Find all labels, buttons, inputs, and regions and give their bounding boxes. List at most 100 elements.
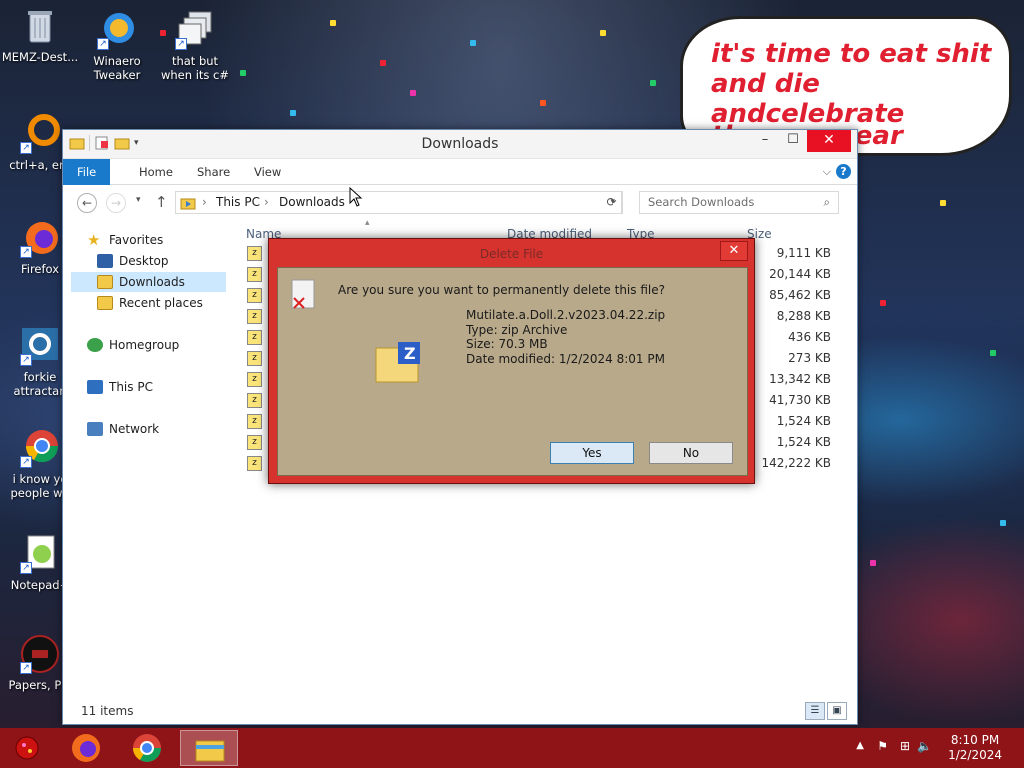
show-hidden-icons-icon[interactable]: ▲ <box>856 740 864 751</box>
recent-locations-icon[interactable]: ▾ <box>136 195 141 205</box>
shortcut-arrow-icon: ↗ <box>97 38 109 50</box>
clock[interactable]: 8:10 PM 1/2/2024 <box>948 733 1002 763</box>
details-view-button[interactable]: ☰ <box>805 702 825 720</box>
bubble-line-1: it's time to eat shit <box>711 39 992 69</box>
tab-view[interactable]: View <box>240 159 295 185</box>
windows-stack-icon: ↗ <box>175 10 215 50</box>
search-placeholder: Search Downloads <box>648 195 755 209</box>
shortcut-arrow-icon: ↗ <box>20 662 32 674</box>
volume-muted-icon[interactable]: 🔈 <box>917 739 932 753</box>
nav-label: Homegroup <box>109 338 180 352</box>
tab-home[interactable]: Home <box>125 159 187 185</box>
nav-desktop[interactable]: Desktop <box>97 251 221 271</box>
file-size-cell: 142,222 KB <box>761 456 831 470</box>
sort-arrow-icon: ▴ <box>365 218 370 228</box>
chrome-icon: ↗ <box>20 428 60 468</box>
computer-icon <box>87 380 103 394</box>
shortcut-arrow-icon: ↗ <box>20 354 32 366</box>
file-size-cell: 273 KB <box>788 351 831 365</box>
desktop-icon-label: i know yo people we <box>10 472 70 500</box>
taskbar-explorer-icon[interactable] <box>180 730 238 766</box>
dialog-body: Are you sure you want to permanently del… <box>277 267 748 476</box>
desktop-icon-memz[interactable]: MEMZ-Dest... <box>0 6 80 64</box>
file-type-icon: z <box>247 435 262 450</box>
nav-recent-places[interactable]: Recent places <box>97 293 203 313</box>
file-type-icon: z <box>247 246 262 261</box>
yes-button[interactable]: Yes <box>550 442 634 464</box>
taskbar-firefox-icon[interactable] <box>62 732 110 764</box>
desktop-icon-label: forkie attractan <box>13 370 67 398</box>
maximize-button[interactable]: ☐ <box>779 130 807 152</box>
tab-file[interactable]: File <box>63 159 111 185</box>
file-size-cell: 1,524 KB <box>776 414 831 428</box>
dialog-close-button[interactable]: ✕ <box>720 241 748 261</box>
search-input[interactable]: Search Downloads ⌕ <box>639 191 839 214</box>
shortcut-arrow-icon: ↗ <box>175 38 187 50</box>
nav-favorites[interactable]: ★ Favorites <box>87 230 163 250</box>
papers-please-icon: ↗ <box>20 634 60 674</box>
orange-ring-icon: ↗ <box>20 114 60 154</box>
help-icon[interactable]: ? <box>836 164 851 179</box>
file-size: Size: 70.3 MB <box>466 337 548 351</box>
file-type-icon: z <box>247 330 262 345</box>
nav-downloads[interactable]: Downloads <box>71 272 226 292</box>
title-bar[interactable]: ▾ Downloads – ☐ ✕ <box>63 130 857 159</box>
recycle-bin-icon <box>20 6 60 46</box>
file-type-icon: z <box>247 309 262 324</box>
file-type-icon: z <box>247 267 262 282</box>
desktop-icon <box>97 254 113 268</box>
nav-homegroup[interactable]: Homegroup <box>87 335 179 355</box>
expand-ribbon-icon[interactable]: ⌵ <box>823 165 831 179</box>
homegroup-icon <box>87 338 103 352</box>
navigation-pane: ★ Favorites Desktop Downloads Recent plac… <box>63 222 235 700</box>
ribbon: File Home Share View ⌵ ? <box>63 159 857 185</box>
delete-file-dialog: Delete File ✕ Are you sure you want to p… <box>268 238 755 484</box>
network-tray-icon[interactable]: ⊞ <box>900 739 910 753</box>
file-size-cell: 41,730 KB <box>769 393 831 407</box>
nav-this-pc[interactable]: This PC <box>87 377 153 397</box>
address-bar[interactable]: › This PC › Downloads ▾ <box>175 191 622 214</box>
minimize-button[interactable]: – <box>751 130 779 152</box>
taskbar-chrome-icon[interactable] <box>123 732 171 764</box>
no-button[interactable]: No <box>649 442 733 464</box>
nav-network[interactable]: Network <box>87 419 159 439</box>
large-icons-view-button[interactable]: ▣ <box>827 702 847 720</box>
file-date: Date modified: 1/2/2024 8:01 PM <box>466 351 665 366</box>
star-icon: ★ <box>87 231 101 249</box>
file-size-cell: 9,111 KB <box>776 246 831 260</box>
bubble-line-2: and die andcelebrate <box>711 69 1011 129</box>
recent-places-icon <box>97 296 113 310</box>
firefox-icon: ↗ <box>20 218 60 258</box>
nav-label: Network <box>109 422 160 436</box>
back-button[interactable]: ← <box>77 193 97 213</box>
breadcrumb-downloads[interactable]: Downloads <box>279 192 345 213</box>
file-size-cell: 8,288 KB <box>776 309 831 323</box>
refresh-button[interactable]: ⟳ <box>601 191 623 214</box>
nav-label: Favorites <box>109 233 164 247</box>
breadcrumb-separator-icon: › <box>202 195 207 209</box>
shortcut-arrow-icon: ↗ <box>20 562 32 574</box>
gear-icon: ↗ <box>20 326 60 366</box>
taskbar: ▲ ⚑ ⊞ 🔈 8:10 PM 1/2/2024 <box>0 728 1024 768</box>
file-size-cell: 85,462 KB <box>769 288 831 302</box>
svg-text:Z: Z <box>404 344 416 363</box>
nav-label: Recent places <box>119 296 203 310</box>
nav-label: Downloads <box>119 275 185 289</box>
desktop-icon-thatbut[interactable]: ↗ that but when its c# <box>155 10 235 82</box>
action-center-flag-icon[interactable]: ⚑ <box>877 739 888 753</box>
breadcrumb-this-pc[interactable]: This PC <box>216 192 260 213</box>
item-count: 11 items <box>81 704 134 718</box>
dialog-question: Are you sure you want to permanently del… <box>338 283 665 297</box>
file-info: Mutilate.a.Doll.2.v2023.04.22.zip Type: … <box>466 308 665 366</box>
network-icon <box>87 422 103 436</box>
forward-button[interactable]: → <box>106 193 126 213</box>
file-name: Mutilate.a.Doll.2.v2023.04.22.zip <box>466 308 666 322</box>
up-button[interactable]: ↑ <box>155 193 168 211</box>
close-button[interactable]: ✕ <box>807 130 851 152</box>
desktop-icon-winaero[interactable]: ↗ Winaero Tweaker <box>77 10 157 82</box>
tab-share[interactable]: Share <box>183 159 244 185</box>
file-size-cell: 1,524 KB <box>776 435 831 449</box>
start-button[interactable] <box>2 732 52 764</box>
file-size-cell: 20,144 KB <box>769 267 831 281</box>
file-size-cell: 436 KB <box>788 330 831 344</box>
